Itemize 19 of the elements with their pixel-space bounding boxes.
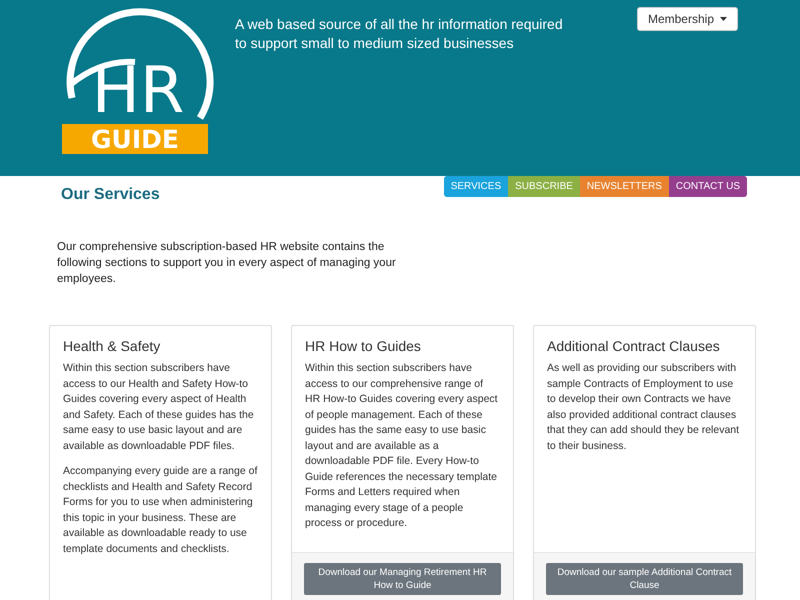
card-text: Within this section subscribers have access to our comprehensive range of HR How-to Guides covering every aspect of people management. Each of these guides has the same easy to use basic layout and are available as a downloadable PDF file. Every How-to Guide references the necessary template Forms and Letters required when managing every stage of a people process or procedure. xyxy=(305,361,499,531)
card-text: As well as providing our subscribers with sample Contracts of Employment to use to develop their own Contracts we have also provided additional contract clauses that they can add should they be relevant to their business. xyxy=(547,361,740,454)
card-title: Additional Contract Clauses xyxy=(547,338,721,354)
card-title: HR How to Guides xyxy=(305,338,422,354)
caret-icon xyxy=(720,17,727,21)
card-title: Health & Safety xyxy=(63,338,162,354)
membership-dropdown[interactable]: Membership xyxy=(636,7,738,31)
tagline: A web based source of all the hr information required to support small to medium sized businesses xyxy=(235,15,564,53)
download-button[interactable]: Download our sample Additional Contract Clause xyxy=(546,562,743,594)
card-text: Accompanying every guide are a range of checklists and Health and Safety Record Forms for you to use when administering this topic in your business. These are available as downloadable ready to use template documents and checklists. xyxy=(63,464,258,556)
nav-tab[interactable]: SERVICES xyxy=(444,176,508,197)
nav-tab[interactable]: NEWSLETTERS xyxy=(580,176,669,197)
logo-drawing: HR GUIDE xyxy=(60,0,215,160)
download-button[interactable]: Download our Managing Retirement HR How to Guide xyxy=(304,562,501,594)
nav-tab[interactable]: SUBSCRIBE xyxy=(508,176,580,197)
nav-tab[interactable]: CONTACT US xyxy=(668,176,747,197)
page-title: Our Services xyxy=(61,186,160,204)
intro-text: Our comprehensive subscription-based HR website contains the following sections to support you in every aspect of managing your employees. xyxy=(57,240,397,287)
card-text: Within this section subscribers have access to our Health and Safety How-to Guides covering every aspect of Health and Safety. Each of these guides has the same easy to use basic layout and are available as downloadable PDF files. xyxy=(63,361,255,454)
